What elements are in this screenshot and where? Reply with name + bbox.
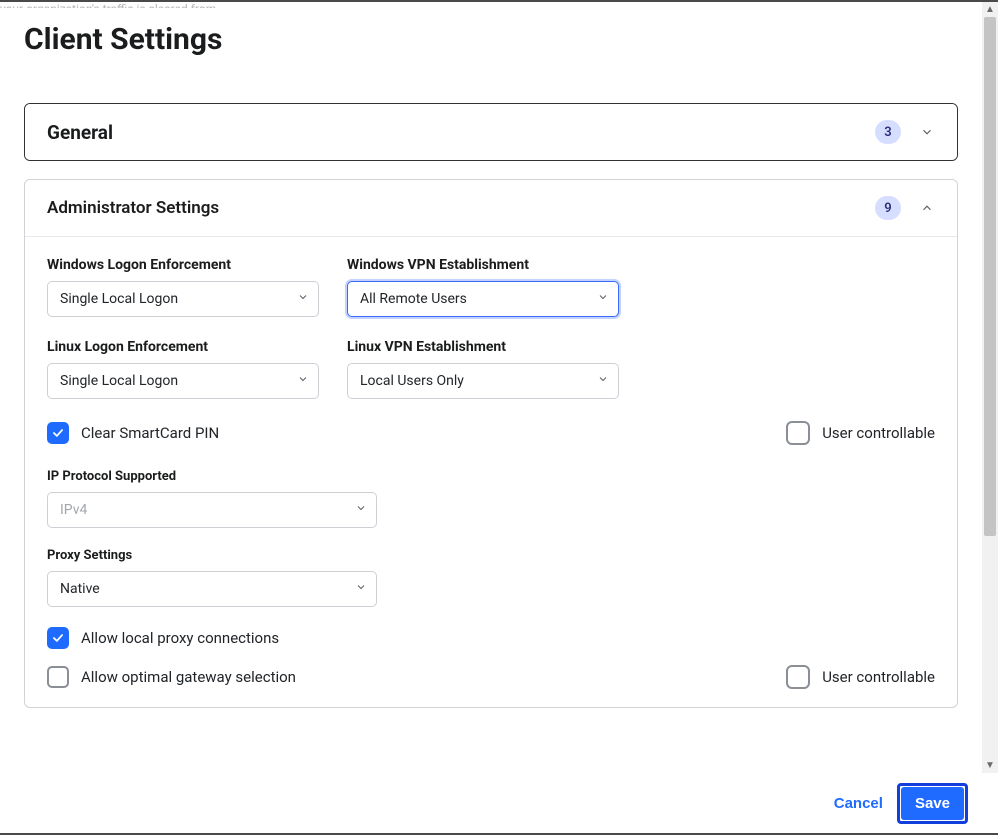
linux-logon-select[interactable]: Single Local Logon [47,363,319,399]
scroll-up-icon[interactable]: ▲ [985,2,995,17]
checkbox-unchecked-icon [786,421,810,445]
general-panel: General 3 [24,103,958,161]
linux-logon-value: Single Local Logon [60,373,178,389]
scrollbar-thumb[interactable] [984,17,996,536]
ip-protocol-label: IP Protocol Supported [47,469,377,484]
allow-optimal-gateway-checkbox[interactable]: Allow optimal gateway selection [47,666,296,688]
proxy-settings-label: Proxy Settings [47,548,377,563]
windows-logon-select[interactable]: Single Local Logon [47,281,319,317]
proxy-settings-value: Native [60,581,100,597]
general-panel-title: General [47,121,875,144]
chevron-down-icon [919,124,935,140]
scrollbar-track[interactable] [982,17,998,758]
clear-smartcard-pin-label: Clear SmartCard PIN [81,424,219,442]
ip-protocol-select[interactable]: IPv4 [47,492,377,528]
ip-protocol-field: IP Protocol Supported IPv4 [47,469,377,528]
linux-vpn-select[interactable]: Local Users Only [347,363,619,399]
footer-action-bar: Cancel Save [0,773,982,833]
windows-vpn-value: All Remote Users [360,291,467,307]
settings-scroll-area[interactable]: your organization's traffic is cleared f… [0,2,982,773]
scroll-down-icon[interactable]: ▼ [985,758,995,773]
user-controllable-label: User controllable [822,424,935,442]
proxy-settings-select[interactable]: Native [47,571,377,607]
windows-vpn-field: Windows VPN Establishment All Remote Use… [347,257,619,317]
allow-local-proxy-checkbox[interactable]: Allow local proxy connections [47,627,279,649]
general-panel-header[interactable]: General 3 [25,104,957,160]
ip-protocol-value: IPv4 [60,502,87,518]
page-title: Client Settings [24,22,958,57]
windows-logon-field: Windows Logon Enforcement Single Local L… [47,257,319,317]
cancel-button[interactable]: Cancel [824,787,893,820]
save-button-highlight: Save [897,783,968,824]
checkbox-checked-icon [47,422,69,444]
save-button[interactable]: Save [901,787,964,820]
vertical-scrollbar[interactable]: ▲ ▼ [982,2,998,773]
windows-logon-label: Windows Logon Enforcement [47,257,319,273]
windows-vpn-select[interactable]: All Remote Users [347,281,619,317]
allow-local-proxy-label: Allow local proxy connections [81,629,279,647]
linux-logon-label: Linux Logon Enforcement [47,339,319,355]
checkbox-unchecked-icon [786,665,810,689]
linux-vpn-value: Local Users Only [360,373,464,389]
proxy-settings-field: Proxy Settings Native [47,548,377,607]
admin-panel: Administrator Settings 9 Windows Logon E… [24,179,958,708]
checkbox-checked-icon [47,627,69,649]
admin-panel-body: Windows Logon Enforcement Single Local L… [25,236,957,707]
checkbox-unchecked-icon [47,666,69,688]
linux-logon-field: Linux Logon Enforcement Single Local Log… [47,339,319,399]
windows-vpn-label: Windows VPN Establishment [347,257,619,273]
linux-vpn-field: Linux VPN Establishment Local Users Only [347,339,619,399]
admin-panel-header[interactable]: Administrator Settings 9 [25,180,957,236]
general-count-badge: 3 [875,120,901,144]
chevron-up-icon [919,200,935,216]
admin-count-badge: 9 [875,196,901,220]
allow-optimal-gateway-label: Allow optimal gateway selection [81,668,296,686]
admin-panel-title: Administrator Settings [47,198,875,218]
clear-smartcard-pin-checkbox[interactable]: Clear SmartCard PIN [47,422,219,444]
windows-logon-value: Single Local Logon [60,291,178,307]
user-controllable-label: User controllable [822,668,935,686]
linux-vpn-label: Linux VPN Establishment [347,339,619,355]
backdrop-text: your organization's traffic is cleared f… [0,2,982,8]
user-controllable-checkbox-1[interactable]: User controllable [786,421,935,445]
user-controllable-checkbox-2[interactable]: User controllable [786,665,935,689]
